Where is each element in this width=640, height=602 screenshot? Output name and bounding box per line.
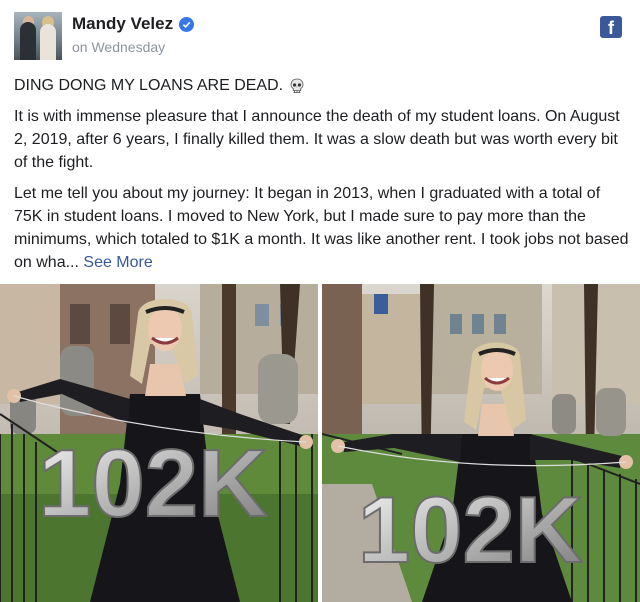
post-paragraph-1: It is with immense pleasure that I annou… — [14, 108, 620, 171]
skull-icon — [289, 78, 305, 94]
balloon-text-left: 102K — [38, 430, 268, 537]
author-row: Mandy Velez — [72, 14, 195, 34]
author-name[interactable]: Mandy Velez — [72, 14, 173, 34]
post-header: Mandy Velez on Wednesday f — [14, 12, 626, 64]
post-paragraph-2: Let me tell you about my journey: It beg… — [14, 182, 630, 274]
facebook-icon: f — [600, 16, 622, 38]
avatar[interactable] — [14, 12, 62, 60]
see-more-link[interactable]: See More — [83, 254, 152, 271]
post-body: DING DONG MY LOANS ARE DEAD. It is with … — [14, 74, 630, 282]
photo-right[interactable]: 102K — [322, 284, 640, 602]
headline-text: DING DONG MY LOANS ARE DEAD. — [14, 77, 284, 94]
verified-badge-icon — [179, 16, 195, 32]
balloon-text-right: 102K — [358, 477, 583, 582]
photo-grid: 102K 102K — [0, 284, 640, 602]
post-timestamp[interactable]: on Wednesday — [72, 39, 165, 55]
photo-left[interactable]: 102K — [0, 284, 318, 602]
post-headline: DING DONG MY LOANS ARE DEAD. — [14, 74, 630, 97]
